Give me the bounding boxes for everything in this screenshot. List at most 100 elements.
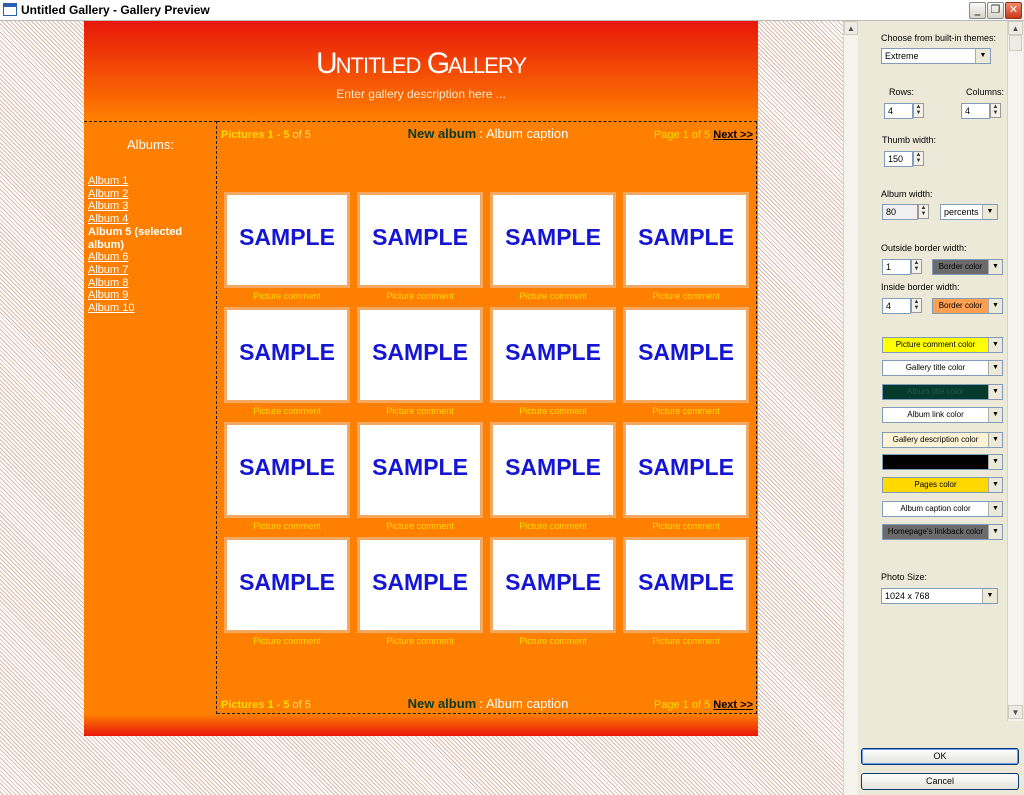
thumbnail[interactable]: SAMPLE: [224, 422, 350, 518]
page-indicator: Page 1 of 5 Next >>: [653, 129, 753, 141]
album-link[interactable]: Album 6: [88, 251, 208, 264]
album-content-panel: Pictures 1 - 5 of 5 New album : Album ca…: [217, 121, 757, 714]
window-title-bar[interactable]: Untitled Gallery - Gallery Preview _ ❐ ✕: [0, 0, 1024, 21]
chevron-down-icon[interactable]: ▼: [988, 478, 1002, 492]
thumbnail[interactable]: SAMPLE: [224, 537, 350, 633]
thumbnail[interactable]: SAMPLE: [623, 537, 749, 633]
thumbnail[interactable]: SAMPLE: [490, 307, 616, 403]
minimize-button[interactable]: _: [969, 2, 986, 19]
picture-comment: Picture comment: [253, 406, 321, 416]
photo-size-select[interactable]: 1024 x 768 ▼: [881, 588, 998, 604]
rows-spinner[interactable]: ▲ ▼: [913, 103, 924, 118]
columns-spinner[interactable]: ▲ ▼: [990, 103, 1001, 118]
settings-scrollbar[interactable]: ▲ ▼: [1007, 21, 1023, 721]
inside-border-input[interactable]: 4: [882, 298, 911, 314]
album-link[interactable]: Album 2: [88, 188, 208, 201]
scroll-down-icon[interactable]: ▼: [1008, 705, 1023, 719]
thumbnail[interactable]: SAMPLE: [224, 192, 350, 288]
restore-button[interactable]: ❐: [987, 2, 1004, 19]
thumbnail[interactable]: SAMPLE: [623, 422, 749, 518]
thumbnail[interactable]: SAMPLE: [490, 192, 616, 288]
chevron-down-icon[interactable]: ▼: [982, 589, 997, 603]
color-picker[interactable]: Homepage's linkback color ▼: [882, 524, 1003, 540]
photo-size-label: Photo Size:: [881, 572, 928, 582]
color-picker[interactable]: Picture comment color ▼: [882, 337, 1003, 353]
album-width-unit-select[interactable]: percents ▼: [940, 204, 998, 220]
rows-input[interactable]: 4: [884, 103, 913, 119]
scroll-up-icon[interactable]: ▲: [1008, 21, 1023, 35]
preview-scrollbar[interactable]: ▲: [843, 21, 858, 795]
album-name: New album: [407, 126, 477, 141]
thumb-width-input[interactable]: 150: [884, 151, 913, 167]
thumbnail[interactable]: SAMPLE: [357, 537, 483, 633]
thumbnail-sample-text: SAMPLE: [505, 339, 601, 365]
thumb-width-spinner[interactable]: ▲ ▼: [913, 151, 924, 166]
thumbnail[interactable]: SAMPLE: [623, 192, 749, 288]
chevron-down-icon[interactable]: ▼: [982, 205, 997, 219]
inside-border-color-picker[interactable]: Border color ▼: [932, 298, 1003, 314]
cancel-button[interactable]: Cancel: [861, 773, 1019, 790]
color-picker[interactable]: Album link color ▼: [882, 407, 1003, 423]
app-window-icon: [3, 3, 17, 16]
color-picker[interactable]: ▼: [882, 454, 1003, 470]
chevron-down-icon[interactable]: ▼: [988, 361, 1002, 375]
chevron-down-icon[interactable]: ▼: [988, 455, 1002, 469]
chevron-down-icon[interactable]: ▼: [988, 433, 1002, 447]
thumbnail[interactable]: SAMPLE: [490, 537, 616, 633]
scroll-up-icon[interactable]: ▲: [844, 21, 858, 35]
chevron-down-icon[interactable]: ▼: [988, 502, 1002, 516]
thumbnail[interactable]: SAMPLE: [623, 307, 749, 403]
album-link[interactable]: Album 9: [88, 289, 208, 302]
album-width-spinner[interactable]: ▲ ▼: [918, 204, 929, 219]
color-picker[interactable]: Gallery title color ▼: [882, 360, 1003, 376]
thumbnail[interactable]: SAMPLE: [357, 307, 483, 403]
albums-list: Album 1 Album 2 Album 3 Album 4 Album 5 (sel…: [88, 175, 208, 315]
chevron-down-icon[interactable]: ▼: [988, 299, 1002, 313]
thumbnail[interactable]: SAMPLE: [357, 192, 483, 288]
outside-border-color-picker[interactable]: Border color ▼: [932, 259, 1003, 275]
columns-input[interactable]: 4: [961, 103, 990, 119]
thumbnail[interactable]: SAMPLE: [224, 307, 350, 403]
picture-comment: Picture comment: [386, 521, 454, 531]
color-picker[interactable]: Album caption color ▼: [882, 501, 1003, 517]
album-width-label: Album width:: [881, 189, 933, 199]
outside-border-spinner[interactable]: ▲ ▼: [911, 259, 922, 274]
album-link[interactable]: Album 4: [88, 213, 208, 226]
theme-select[interactable]: Extreme ▼: [881, 48, 991, 64]
thumbnail-sample-text: SAMPLE: [372, 454, 468, 480]
album-link-selected[interactable]: Album 5 (selected album): [88, 226, 208, 251]
color-picker[interactable]: Album title color ▼: [882, 384, 1003, 400]
picture-comment: Picture comment: [253, 521, 321, 531]
thumbnail[interactable]: SAMPLE: [490, 422, 616, 518]
chevron-down-icon[interactable]: ▼: [988, 385, 1002, 399]
album-link[interactable]: Album 1: [88, 175, 208, 188]
album-link[interactable]: Album 7: [88, 264, 208, 277]
chevron-down-icon[interactable]: ▼: [988, 525, 1002, 539]
color-picker[interactable]: Gallery description color ▼: [882, 432, 1003, 448]
inside-border-spinner[interactable]: ▲ ▼: [911, 298, 922, 313]
picture-comment: Picture comment: [519, 406, 587, 416]
top-nav-row: Pictures 1 - 5 of 5 New album : Album ca…: [221, 126, 755, 142]
album-link[interactable]: Album 10: [88, 302, 208, 315]
album-link[interactable]: Album 3: [88, 200, 208, 213]
next-page-link[interactable]: Next >>: [713, 699, 753, 711]
outside-border-label: Outside border width:: [881, 243, 967, 253]
color-picker[interactable]: Pages color ▼: [882, 477, 1003, 493]
thumbnail-sample-text: SAMPLE: [505, 454, 601, 480]
album-width-input[interactable]: 80: [882, 204, 918, 220]
close-button[interactable]: ✕: [1005, 2, 1022, 19]
inside-border-label: Inside border width:: [881, 282, 960, 292]
scrollbar-thumb[interactable]: [1009, 35, 1022, 51]
outside-border-input[interactable]: 1: [882, 259, 911, 275]
thumbnail-sample-text: SAMPLE: [239, 224, 335, 250]
chevron-down-icon[interactable]: ▼: [988, 408, 1002, 422]
thumbnail[interactable]: SAMPLE: [357, 422, 483, 518]
picture-comment: Picture comment: [386, 291, 454, 301]
chevron-down-icon[interactable]: ▼: [975, 49, 990, 63]
chevron-down-icon[interactable]: ▼: [988, 260, 1002, 274]
chevron-down-icon[interactable]: ▼: [988, 338, 1002, 352]
next-page-link[interactable]: Next >>: [713, 129, 753, 141]
thumb-width-label: Thumb width:: [882, 135, 937, 145]
album-link[interactable]: Album 8: [88, 277, 208, 290]
ok-button[interactable]: OK: [861, 748, 1019, 765]
